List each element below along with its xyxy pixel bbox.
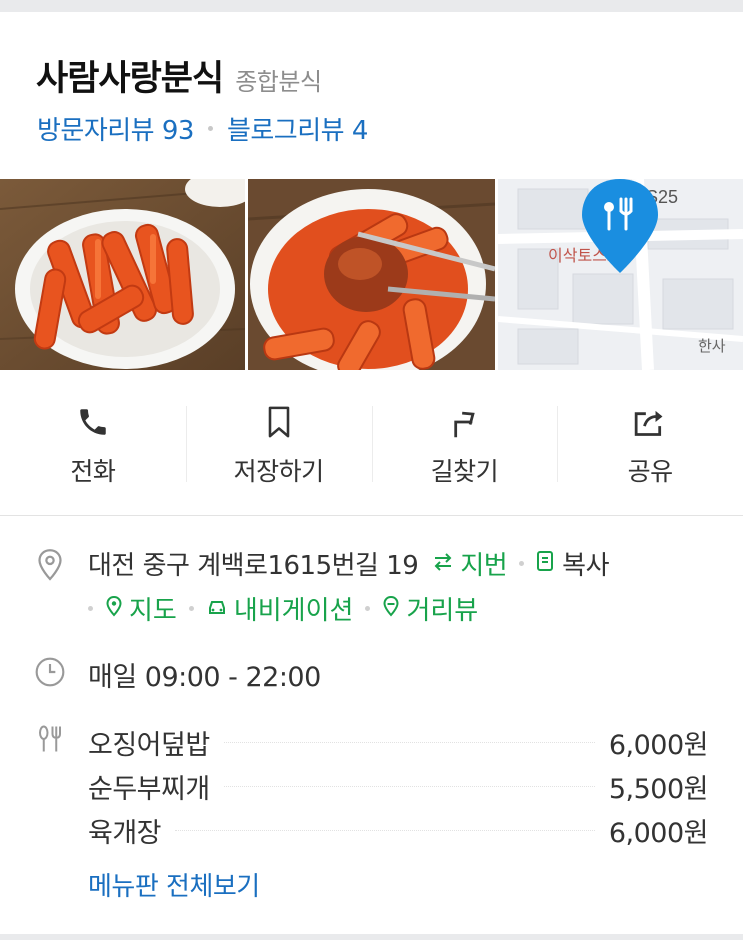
menu-item-name: 순두부찌개: [88, 773, 210, 805]
view-full-menu-link[interactable]: 메뉴판 전체보기: [88, 866, 260, 903]
review-links: 방문자리뷰 93 블로그리뷰 4: [37, 110, 368, 147]
place-category: 종합분식: [235, 68, 322, 96]
tteokbokki-photo-1[interactable]: [0, 179, 245, 370]
streetview-link[interactable]: 거리뷰: [382, 590, 478, 627]
location-pin-icon: [33, 548, 67, 582]
business-hours: 매일 09:00 - 22:00: [88, 662, 321, 693]
menu-list: 오징어덮밥 6,000원 순두부찌개 5,500원 육개장 6,000원: [88, 720, 709, 852]
map-thumbnail[interactable]: S25 이삭토스트 한사: [498, 179, 743, 370]
jibun-label: 지번: [460, 551, 508, 581]
map-link[interactable]: 지도: [105, 590, 177, 627]
action-bar: 전화 저장하기 길찾기 공유: [0, 380, 743, 510]
separator-dot: [88, 606, 93, 611]
menu-item-price: 5,500원: [608, 773, 709, 805]
car-icon: [206, 594, 228, 624]
menu-item: 순두부찌개 5,500원: [88, 764, 709, 808]
visitor-review-link[interactable]: 방문자리뷰 93: [37, 110, 194, 147]
menu-item: 육개장 6,000원: [88, 808, 709, 852]
navigation-label: 내비게이션: [233, 596, 354, 626]
share-icon: [630, 402, 670, 442]
copy-label: 복사: [562, 551, 610, 581]
call-label: 전화: [70, 457, 116, 486]
copy-button[interactable]: 복사: [536, 545, 610, 582]
streetview-label: 거리뷰: [406, 596, 479, 626]
separator-dot: [207, 126, 213, 131]
top-divider-bar: [0, 0, 743, 12]
separator-dot: [519, 561, 525, 566]
place-name: 사람사랑분식: [36, 59, 224, 99]
menu-dotted-leader: [223, 785, 595, 787]
bookmark-icon: [259, 402, 299, 442]
streetview-icon: [382, 594, 400, 624]
bottom-divider-bar: [0, 934, 743, 940]
menu-item-name: 오징어덮밥: [88, 729, 210, 761]
tteokbokki-photo-2[interactable]: [248, 179, 495, 370]
menu-item-price: 6,000원: [608, 817, 709, 849]
address-text: 대전 중구 계백로1615번길 19: [88, 551, 419, 581]
share-label: 공유: [627, 457, 674, 486]
menu-item: 오징어덮밥 6,000원: [88, 720, 709, 764]
phone-icon: [73, 402, 113, 442]
swap-icon: [432, 549, 454, 579]
menu-item-price: 6,000원: [608, 729, 709, 761]
fork-knife-icon: [33, 722, 67, 756]
photo-strip: S25 이삭토스트 한사: [0, 179, 743, 370]
blog-review-link[interactable]: 블로그리뷰 4: [227, 110, 368, 147]
save-button[interactable]: 저장하기: [185, 380, 372, 510]
menu-dotted-leader: [175, 829, 595, 831]
copy-icon: [536, 549, 556, 579]
separator-dot: [365, 606, 371, 611]
navigation-link[interactable]: 내비게이션: [206, 590, 354, 627]
section-divider: [0, 515, 743, 516]
directions-button[interactable]: 길찾기: [371, 380, 558, 510]
address-row: 대전 중구 계백로1615번길 19 지번 복사: [88, 545, 610, 582]
jibun-button[interactable]: 지번: [432, 545, 508, 582]
map-pin-outline-icon: [105, 594, 123, 624]
address-links-row: 지도 내비게이션 거리뷰: [88, 590, 478, 627]
share-button[interactable]: 공유: [557, 380, 743, 510]
menu-item-name: 육개장: [88, 817, 162, 849]
separator-dot: [188, 606, 194, 611]
menu-dotted-leader: [223, 741, 595, 743]
call-button[interactable]: 전화: [0, 380, 186, 510]
save-label: 저장하기: [233, 457, 325, 486]
directions-label: 길찾기: [430, 457, 499, 486]
clock-icon: [33, 655, 67, 689]
map-label-street: 한사: [698, 337, 726, 355]
title-row: 사람사랑분식 종합분식: [36, 50, 322, 101]
directions-icon: [444, 402, 484, 442]
map-label: 지도: [129, 596, 177, 626]
